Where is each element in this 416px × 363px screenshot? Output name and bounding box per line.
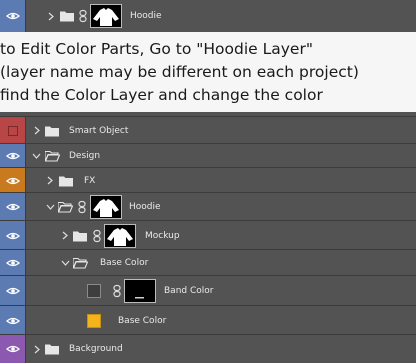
instruction-line-2: (layer name may be different on each pro…	[0, 63, 359, 81]
color-swatch[interactable]	[87, 313, 101, 328]
layer-row-band-color[interactable]: Band Color	[0, 275, 416, 306]
layer-name: Base Color	[100, 258, 149, 268]
folder-icon	[60, 11, 74, 22]
layer-name: Mockup	[145, 230, 180, 241]
eye-icon	[5, 203, 20, 211]
layer-row-base-color-group[interactable]: Base Color	[0, 249, 416, 276]
layer-name: Background	[69, 344, 123, 354]
folder-icon	[45, 126, 59, 136]
eye-icon	[5, 345, 20, 353]
chain-link-icon	[79, 9, 87, 23]
folder-icon	[45, 344, 59, 355]
eye-icon	[5, 259, 20, 267]
eye-icon	[5, 287, 20, 295]
layer-row-smart-object[interactable]: Smart Object	[0, 116, 416, 144]
instruction-note: to Edit Color Parts, Go to "Hoodie Layer…	[0, 32, 416, 112]
eye-icon	[5, 177, 20, 184]
visibility-toggle[interactable]	[0, 335, 26, 363]
layer-row-design[interactable]: Design	[0, 143, 416, 168]
layer-name: Hoodie	[130, 11, 162, 21]
chevron-right-icon[interactable]	[32, 344, 42, 354]
eye-icon	[5, 12, 20, 20]
folder-icon	[73, 231, 87, 241]
empty-visibility-box-icon	[7, 125, 18, 136]
layer-row-fx[interactable]: FX	[0, 167, 416, 193]
chevron-right-icon[interactable]	[46, 11, 56, 21]
layer-row-hoodie-top[interactable]: Hoodie	[0, 0, 416, 32]
layer-name: Smart Object	[69, 125, 129, 136]
chevron-right-icon[interactable]	[60, 231, 70, 241]
layer-name: Hoodie	[129, 202, 161, 212]
visibility-toggle[interactable]	[0, 306, 26, 335]
chevron-right-icon[interactable]	[45, 176, 55, 186]
hoodie-thumbnail	[104, 223, 136, 248]
visibility-toggle[interactable]	[0, 221, 26, 250]
hoodie-thumbnail	[90, 4, 122, 28]
chevron-right-icon[interactable]	[32, 126, 42, 136]
hoodie-thumbnail	[90, 195, 122, 219]
visibility-toggle[interactable]	[0, 250, 26, 276]
visibility-toggle[interactable]	[0, 117, 26, 144]
visibility-toggle[interactable]	[0, 168, 26, 193]
layer-row-mockup[interactable]: Mockup	[0, 220, 416, 250]
visibility-toggle[interactable]	[0, 0, 26, 32]
folder-open-icon	[58, 201, 73, 213]
folder-open-icon	[45, 150, 60, 162]
folder-icon	[59, 176, 73, 186]
chevron-down-icon[interactable]	[31, 151, 41, 161]
layer-row-hoodie[interactable]: Hoodie	[0, 192, 416, 221]
instruction-line-1: to Edit Color Parts, Go to "Hoodie Layer…	[0, 40, 313, 58]
layer-row-base-color[interactable]: Base Color	[0, 305, 416, 335]
visibility-toggle[interactable]	[0, 144, 26, 168]
layer-name: FX	[84, 175, 96, 186]
folder-open-icon	[73, 257, 88, 269]
visibility-toggle[interactable]	[0, 193, 26, 221]
instruction-line-3: find the Color Layer and change the colo…	[0, 86, 323, 104]
layer-name: Band Color	[164, 286, 214, 296]
chain-link-icon	[113, 284, 121, 298]
layer-row-background[interactable]: Background	[0, 334, 416, 363]
eye-icon	[5, 152, 20, 160]
color-swatch[interactable]	[87, 284, 101, 298]
chevron-down-icon[interactable]	[60, 258, 70, 268]
visibility-toggle[interactable]	[0, 276, 26, 306]
eye-icon	[5, 232, 20, 239]
chain-link-icon	[93, 229, 101, 242]
layer-name: Design	[69, 151, 101, 161]
eye-icon	[5, 317, 20, 324]
chain-link-icon	[78, 200, 86, 214]
chevron-down-icon[interactable]	[45, 202, 55, 212]
mask-thumbnail	[124, 279, 156, 303]
layer-name: Base Color	[118, 315, 167, 326]
